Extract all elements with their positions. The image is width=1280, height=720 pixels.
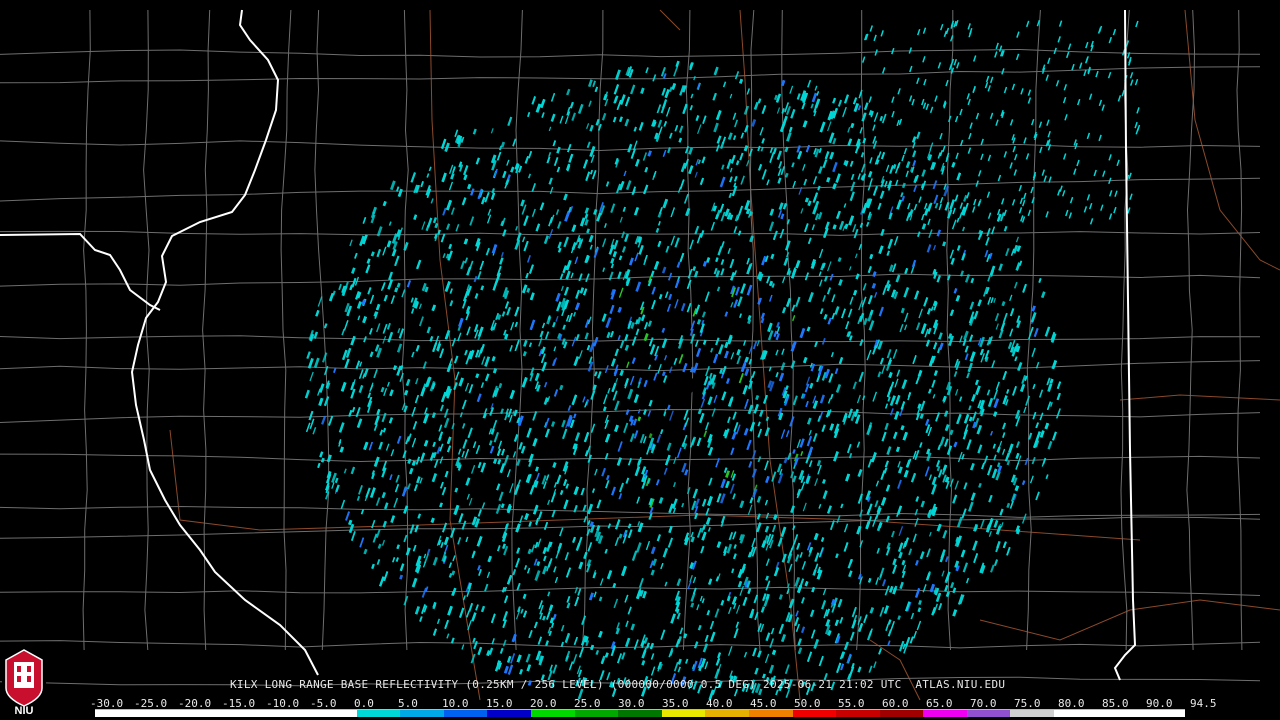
colorbar-swatch (748, 710, 793, 717)
colorbar-swatch (95, 710, 139, 717)
colorbar-swatch (618, 710, 662, 717)
colorbar-swatch (269, 710, 313, 717)
colorbar-swatch (1010, 710, 1055, 717)
colorbar-swatch (966, 710, 1011, 717)
colorbar-swatch (530, 710, 575, 717)
colorbar-labels: -30.0 -25.0 -20.0 -15.0 -10.0 -5.0 0.0 5.0 10.0 1… (90, 697, 1217, 710)
colorbar-swatch (661, 710, 706, 717)
colorbar-swatch (312, 710, 357, 717)
product-caption: KILX LONG RANGE BASE REFLECTIVITY (0.25K… (230, 678, 1006, 691)
radar-site-marker (675, 375, 695, 395)
colorbar-tick-label: 94.5 (1190, 697, 1217, 710)
niu-logo: NIU (2, 646, 46, 716)
colorbar-swatch (487, 710, 531, 717)
colorbar-swatch (1097, 710, 1142, 717)
reflectivity-colorbar (95, 709, 1185, 717)
colorbar-swatch (1141, 710, 1185, 717)
colorbar-swatch (705, 710, 749, 717)
colorbar-swatch (879, 710, 924, 717)
colorbar-swatch (792, 710, 837, 717)
map-background (0, 0, 1280, 720)
colorbar-swatch (574, 710, 619, 717)
radar-map (0, 0, 1280, 720)
colorbar-swatch (923, 710, 967, 717)
colorbar-swatch (400, 710, 444, 717)
colorbar-swatch (443, 710, 488, 717)
colorbar-swatch (1054, 710, 1098, 717)
colorbar-swatch (356, 710, 401, 717)
colorbar-swatch (182, 710, 226, 717)
colorbar-swatch (225, 710, 270, 717)
colorbar-swatch (138, 710, 183, 717)
colorbar-swatch (836, 710, 880, 717)
logo-text: NIU (15, 705, 34, 716)
